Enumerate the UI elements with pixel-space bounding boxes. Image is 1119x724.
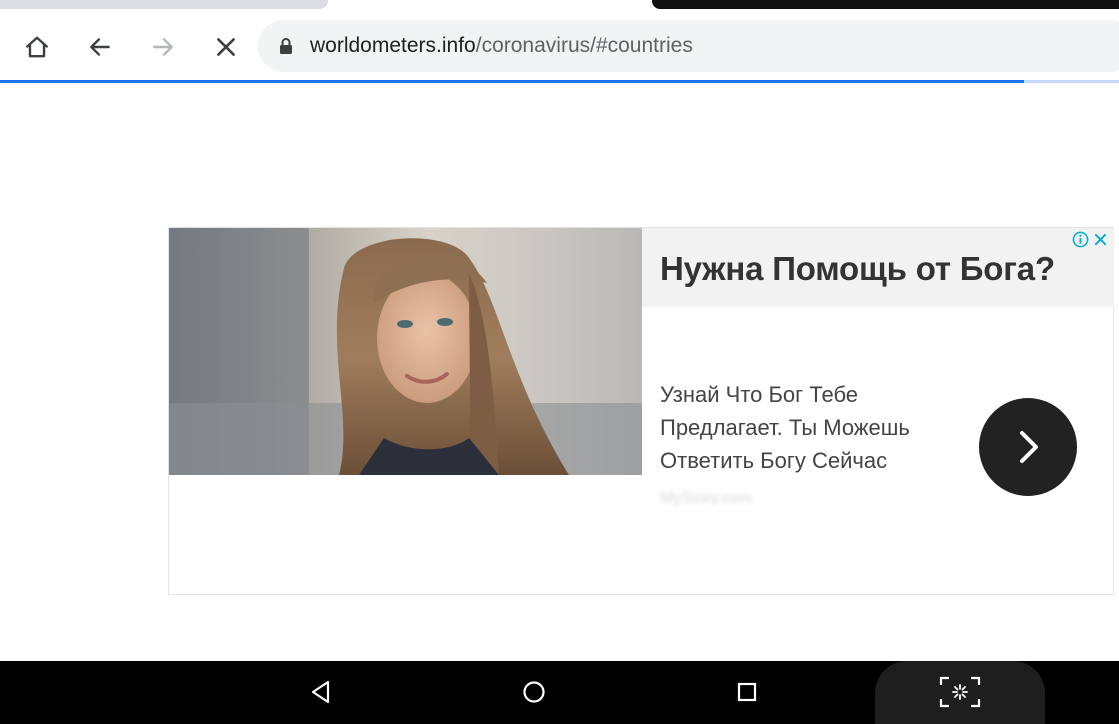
arrow-left-icon bbox=[90, 38, 110, 56]
square-recents-icon bbox=[737, 682, 757, 702]
ad-headline-box[interactable]: Нужна Помощь от Бога? bbox=[642, 228, 1114, 307]
advertisement[interactable]: Нужна Помощь от Бога? Узнай Что Бог Тебе… bbox=[168, 227, 1114, 595]
browser-tab-active[interactable] bbox=[652, 0, 1119, 9]
arrow-right-icon bbox=[153, 38, 173, 56]
screenshot-pill[interactable] bbox=[875, 661, 1045, 724]
nav-home-button[interactable] bbox=[517, 675, 551, 709]
ad-source: MyStory.com bbox=[660, 490, 753, 507]
forward-button[interactable] bbox=[143, 27, 183, 67]
ad-body-line: Ответить Богу Сейчас bbox=[660, 448, 888, 473]
circle-home-icon bbox=[523, 681, 545, 703]
android-nav-bar bbox=[0, 661, 1119, 724]
back-button[interactable] bbox=[80, 27, 120, 67]
url-text[interactable]: worldometers.info/coronavirus/#countries bbox=[310, 34, 693, 58]
lock-icon bbox=[280, 38, 292, 54]
home-icon bbox=[26, 36, 48, 58]
tab-strip bbox=[0, 0, 1119, 10]
ad-headline[interactable]: Нужна Помощь от Бога? bbox=[660, 250, 1055, 288]
address-bar[interactable]: worldometers.info/coronavirus/#countries bbox=[258, 20, 1119, 72]
ad-next-button[interactable] bbox=[979, 398, 1077, 496]
close-icon[interactable] bbox=[1092, 231, 1109, 248]
ad-body-line: Предлагает. Ты Можешь bbox=[660, 415, 910, 440]
browser-toolbar: worldometers.info/coronavirus/#countries bbox=[0, 10, 1119, 80]
ad-body[interactable]: Узнай Что Бог Тебе Предлагает. Ты Можешь… bbox=[660, 378, 960, 477]
home-button[interactable] bbox=[17, 27, 57, 67]
nav-recents-button[interactable] bbox=[730, 675, 764, 709]
page-load-progress bbox=[0, 80, 1119, 83]
browser-tab[interactable] bbox=[0, 0, 328, 9]
ad-body-line: Узнай Что Бог Тебе bbox=[660, 382, 859, 407]
screenshot-button[interactable] bbox=[939, 675, 981, 709]
close-icon bbox=[217, 38, 235, 56]
url-path: /coronavirus/#countries bbox=[475, 34, 693, 57]
ad-image[interactable] bbox=[169, 228, 642, 475]
triangle-back-icon bbox=[311, 680, 330, 704]
url-host: worldometers.info bbox=[310, 34, 476, 57]
info-icon[interactable] bbox=[1072, 231, 1089, 248]
screen: worldometers.info/coronavirus/#countries bbox=[0, 0, 1119, 724]
progress-fill bbox=[0, 80, 1024, 83]
chevron-right-icon bbox=[1020, 431, 1038, 463]
stop-loading-button[interactable] bbox=[206, 27, 246, 67]
nav-back-button[interactable] bbox=[304, 675, 338, 709]
screenshot-icon bbox=[939, 676, 981, 708]
